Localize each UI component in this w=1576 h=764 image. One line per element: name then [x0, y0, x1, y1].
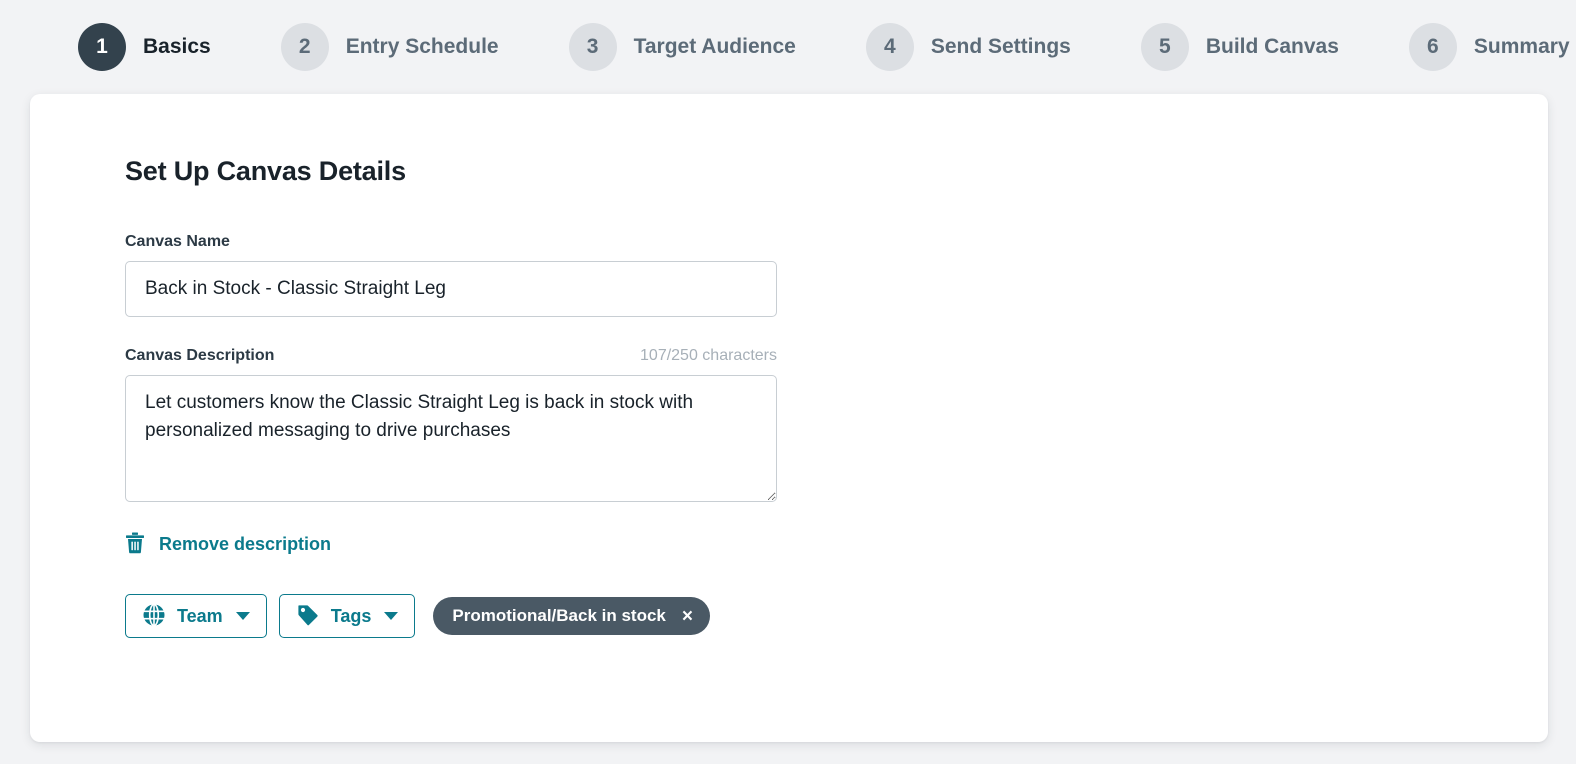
step-1-label: Basics: [143, 35, 211, 58]
canvas-description-field: Canvas Description 107/250 characters: [125, 347, 1548, 502]
page-title: Set Up Canvas Details: [125, 156, 406, 186]
tags-button-label: Tags: [330, 605, 372, 626]
globe-icon: [142, 603, 166, 630]
step-2-number: 2: [280, 23, 329, 71]
step-6-number: 6: [1408, 23, 1457, 71]
applied-tag-chip[interactable]: Promotional/Back in stock ×: [433, 597, 710, 635]
tags-dropdown-button[interactable]: Tags: [278, 594, 416, 638]
step-6-summary[interactable]: 6 Summary: [1408, 23, 1570, 71]
step-3-label: Target Audience: [633, 35, 796, 58]
team-dropdown-button[interactable]: Team: [125, 594, 267, 638]
step-1-number: 1: [78, 23, 126, 71]
applied-tag-label: Promotional/Back in stock: [452, 606, 666, 625]
step-5-label: Build Canvas: [1205, 35, 1339, 58]
tag-icon: [296, 603, 320, 630]
wizard-stepper: 1 Basics 2 Entry Schedule 3 Target Audie…: [0, 0, 1576, 94]
canvas-name-input[interactable]: [125, 261, 777, 317]
canvas-details-card: Set Up Canvas Details Canvas Name Canvas…: [30, 94, 1548, 742]
remove-description-button[interactable]: Remove description: [125, 532, 331, 557]
chevron-down-icon: [384, 612, 399, 620]
step-5-build-canvas[interactable]: 5 Build Canvas: [1140, 23, 1339, 71]
canvas-description-textarea[interactable]: [125, 375, 777, 502]
step-3-number: 3: [568, 23, 617, 71]
team-button-label: Team: [177, 605, 223, 626]
step-2-label: Entry Schedule: [345, 35, 499, 58]
step-4-number: 4: [865, 23, 914, 71]
remove-tag-close-icon[interactable]: ×: [682, 607, 693, 626]
canvas-controls-row: Team Tags Promotional/Back in stock ×: [125, 594, 1548, 638]
canvas-name-field: Canvas Name: [125, 233, 1548, 317]
canvas-description-label: Canvas Description: [125, 347, 275, 364]
step-6-label: Summary: [1473, 35, 1570, 58]
step-2-entry-schedule[interactable]: 2 Entry Schedule: [280, 23, 499, 71]
step-4-send-settings[interactable]: 4 Send Settings: [865, 23, 1071, 71]
trash-icon: [125, 532, 145, 557]
step-4-label: Send Settings: [930, 35, 1071, 58]
character-counter: 107/250 characters: [640, 347, 777, 364]
step-1-basics[interactable]: 1 Basics: [78, 23, 211, 71]
canvas-name-label: Canvas Name: [125, 233, 230, 250]
step-3-target-audience[interactable]: 3 Target Audience: [568, 23, 796, 71]
step-5-number: 5: [1140, 23, 1189, 71]
chevron-down-icon: [235, 612, 250, 620]
canvas-description-label-row: Canvas Description 107/250 characters: [125, 347, 777, 365]
remove-description-label: Remove description: [159, 534, 332, 554]
